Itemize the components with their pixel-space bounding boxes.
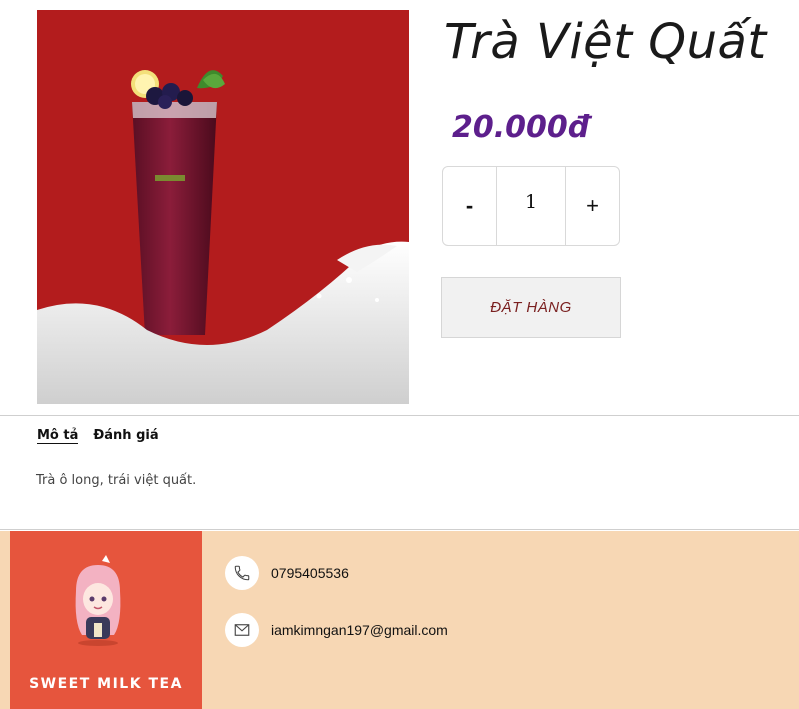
product-title: Trà Việt Quất xyxy=(444,14,767,70)
tab-description[interactable]: Mô tả xyxy=(37,428,79,444)
product-price: 20.000đ xyxy=(452,110,590,145)
increase-button[interactable]: + xyxy=(566,167,619,245)
mascot-icon xyxy=(75,555,121,646)
order-button[interactable]: ĐẶT HÀNG xyxy=(441,277,621,338)
quantity-field[interactable]: 1 xyxy=(496,167,566,245)
brand-name: SWEET MILK TEA xyxy=(29,676,183,692)
product-description: Trà ô long, trái việt quất. xyxy=(36,473,197,488)
contact-phone: 0795405536 xyxy=(225,556,349,590)
phone-icon xyxy=(225,556,259,590)
quantity-stepper: - 1 + xyxy=(442,166,620,246)
divider xyxy=(0,415,799,416)
contact-email: iamkimngan197@gmail.com xyxy=(225,613,448,647)
email-address[interactable]: iamkimngan197@gmail.com xyxy=(271,622,448,638)
product-image xyxy=(37,10,409,404)
product-tabs: Mô tả Đánh giá xyxy=(37,428,159,444)
footer: SWEET MILK TEA 0795405536 iamkimngan197@… xyxy=(0,531,799,709)
brand-logo[interactable]: SWEET MILK TEA xyxy=(10,531,202,709)
decrease-button[interactable]: - xyxy=(443,167,496,245)
divider xyxy=(0,529,799,530)
envelope-icon xyxy=(225,613,259,647)
tab-reviews[interactable]: Đánh giá xyxy=(93,428,158,444)
phone-number[interactable]: 0795405536 xyxy=(271,565,349,581)
